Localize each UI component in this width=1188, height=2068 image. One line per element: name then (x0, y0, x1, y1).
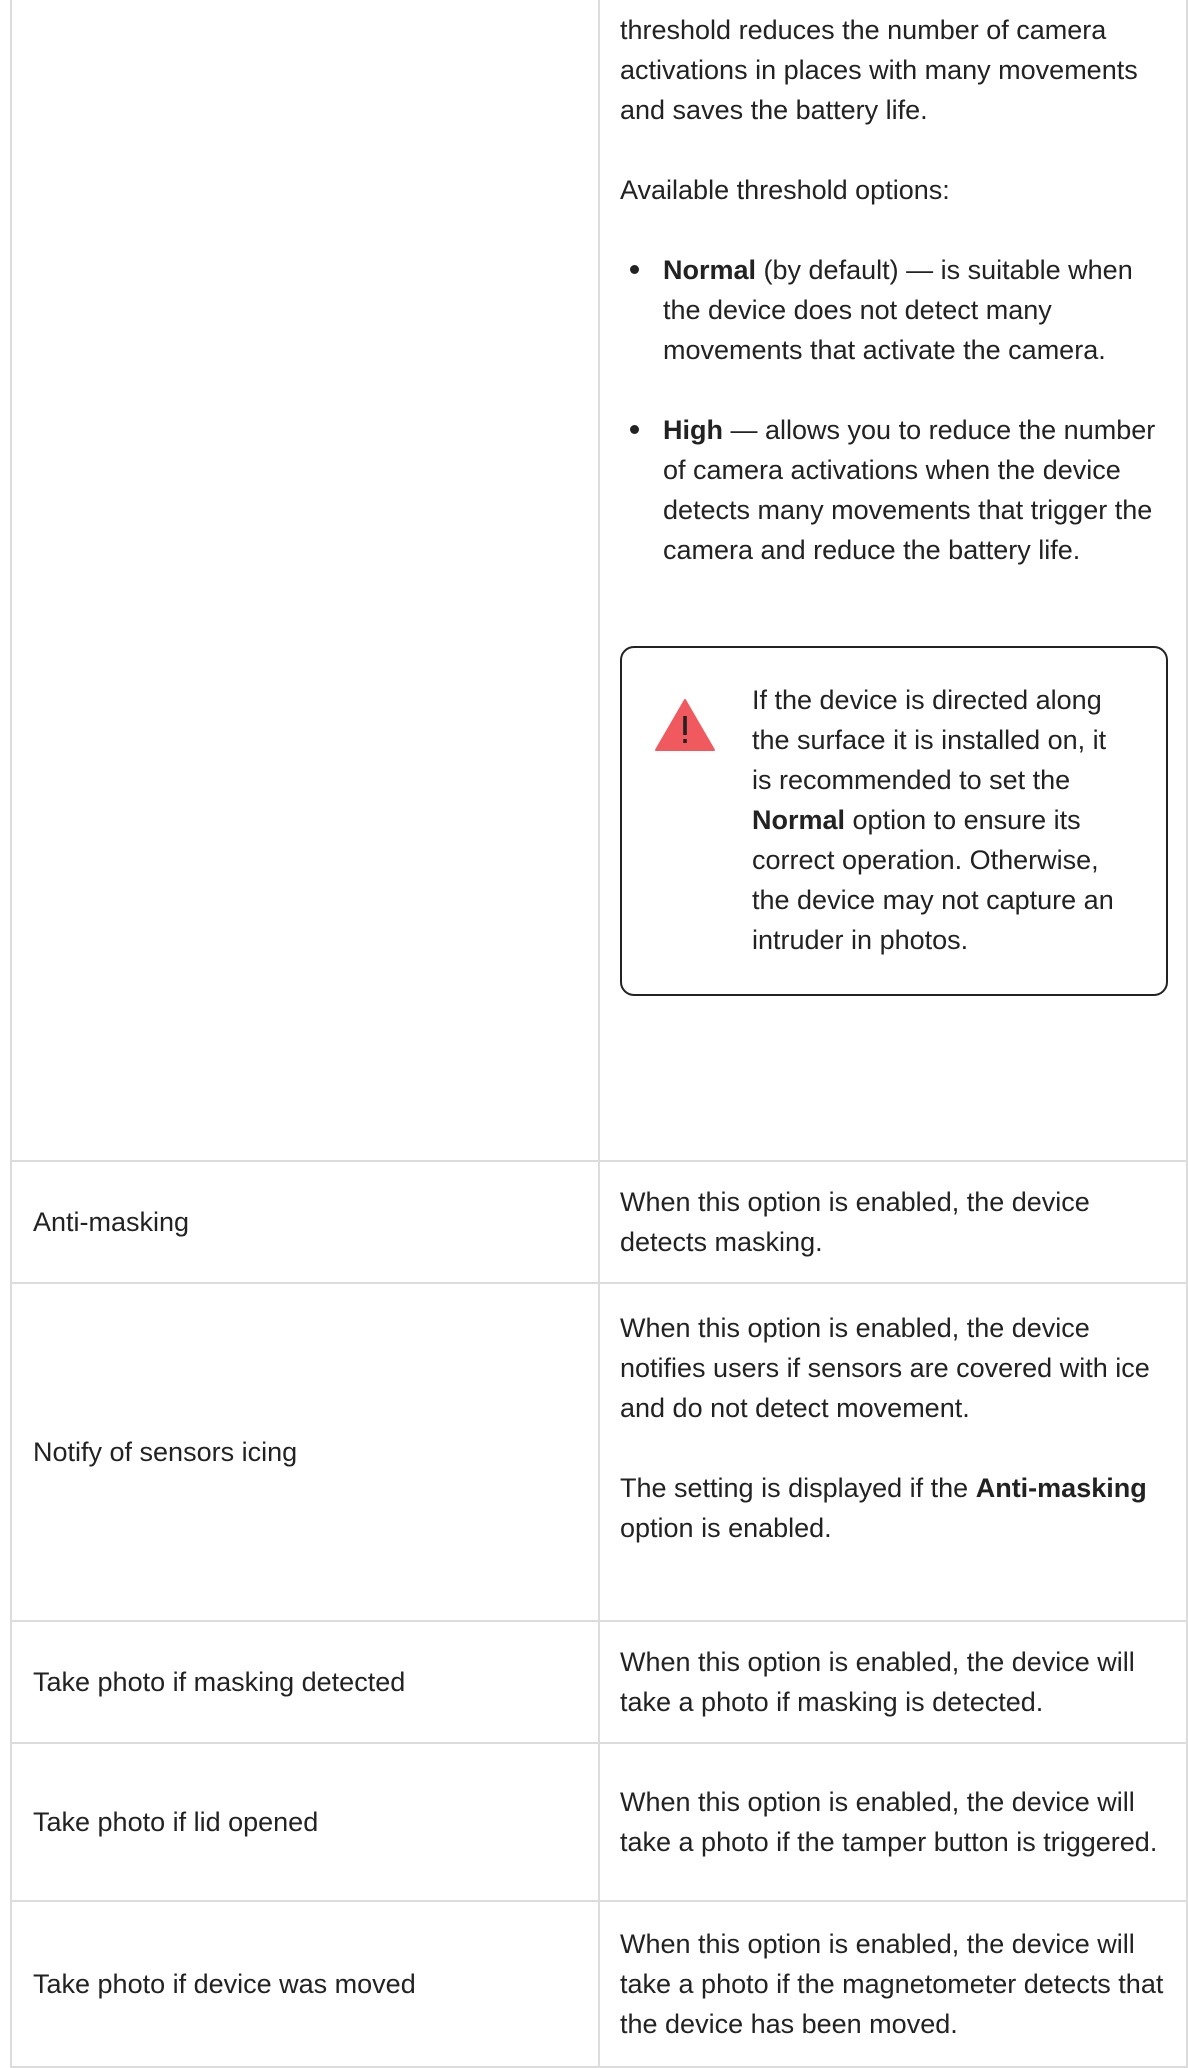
setting-name-cell (10, 0, 600, 1162)
warning-text: If the device is directed along the surf… (752, 685, 1107, 795)
setting-name-cell: Take photo if masking detected (10, 1620, 600, 1744)
description-text: When this option is enabled, the device … (620, 1313, 1150, 1423)
description-note: The setting is displayed if the Anti-mas… (620, 1468, 1168, 1548)
setting-name: Anti-masking (33, 1207, 190, 1237)
setting-name: Take photo if device was moved (33, 1969, 416, 1999)
setting-description-cell: When this option is enabled, the device … (598, 1282, 1188, 1622)
table-row: Anti-masking When this option is enabled… (10, 1160, 1188, 1284)
setting-description-cell: When this option is enabled, the device … (598, 1742, 1188, 1902)
description-text: When this option is enabled, the device … (620, 1187, 1090, 1257)
setting-name-cell: Take photo if lid opened (10, 1742, 600, 1902)
list-item: High — allows you to reduce the number o… (620, 410, 1168, 570)
setting-name: Take photo if lid opened (33, 1807, 319, 1837)
setting-description-cell: threshold reduces the number of camera a… (598, 0, 1188, 1162)
setting-description-cell: When this option is enabled, the device … (598, 1160, 1188, 1284)
note-text-end: option is enabled. (620, 1513, 832, 1543)
setting-name: Notify of sensors icing (33, 1437, 298, 1467)
options-list: Normal (by default) — is suitable when t… (620, 250, 1168, 570)
table-row: Take photo if masking detected When this… (10, 1620, 1188, 1744)
note-text: The setting is displayed if the (620, 1473, 976, 1503)
setting-description-cell: When this option is enabled, the device … (598, 1620, 1188, 1744)
setting-description-cell: When this option is enabled, the device … (598, 1900, 1188, 2068)
settings-table: threshold reduces the number of camera a… (10, 0, 1188, 2068)
option-text: — allows you to reduce the number of cam… (663, 415, 1156, 565)
note-bold-text: Anti-masking (975, 1473, 1147, 1503)
description-text: When this option is enabled, the device … (620, 1647, 1135, 1717)
table-row: Take photo if lid opened When this optio… (10, 1742, 1188, 1902)
options-label: Available threshold options: (620, 175, 950, 205)
description-text: threshold reduces the number of camera a… (620, 15, 1138, 125)
list-item: Normal (by default) — is suitable when t… (620, 250, 1168, 370)
setting-name-cell: Take photo if device was moved (10, 1900, 600, 2068)
option-term: High (663, 415, 723, 445)
warning-bold-text: Normal (752, 805, 846, 835)
table-row: Take photo if device was moved When this… (10, 1900, 1188, 2068)
setting-name: Take photo if masking detected (33, 1667, 406, 1697)
warning-triangle-icon (655, 699, 715, 751)
setting-name-cell: Anti-masking (10, 1160, 600, 1284)
table-row: Notify of sensors icing When this option… (10, 1282, 1188, 1622)
setting-name-cell: Notify of sensors icing (10, 1282, 600, 1622)
warning-callout: If the device is directed along the surf… (620, 646, 1168, 996)
table-row: threshold reduces the number of camera a… (10, 0, 1188, 1162)
option-term: Normal (663, 255, 757, 285)
description-text: When this option is enabled, the device … (620, 1929, 1164, 2039)
description-text: When this option is enabled, the device … (620, 1787, 1158, 1857)
